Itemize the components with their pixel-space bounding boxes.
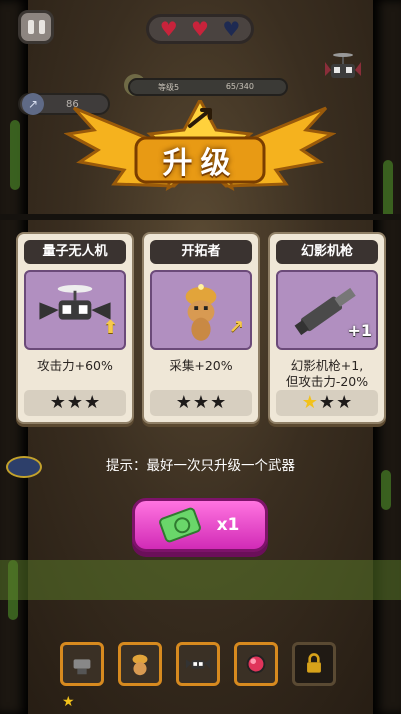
hint-text: 提示：最好一次只升级一个武器	[106, 458, 295, 474]
inventory-slot[interactable]	[176, 642, 220, 686]
upgrade-arrow-icon: ↗	[228, 317, 244, 338]
star-icon: ★	[336, 392, 353, 413]
xp-text: 65/340	[225, 82, 254, 91]
card-title: 幻影机枪	[276, 240, 378, 264]
inventory-slot[interactable]	[118, 642, 162, 686]
xp-bar: 等级5 65/340	[128, 78, 288, 96]
card-title: 量子无人机	[24, 240, 126, 264]
card-image: ↗	[150, 270, 252, 350]
level-label: 等级5	[158, 83, 180, 92]
slot-star-icon: ★	[62, 694, 75, 710]
health-hearts: ♥ ♥ ♥	[146, 14, 254, 44]
reroll-count: x1	[216, 515, 240, 535]
reroll-button[interactable]: x1	[132, 498, 268, 552]
vine	[381, 470, 391, 510]
card-description-line: 但攻击力-20%	[285, 374, 369, 389]
attack-arrow-icon: ↗	[22, 93, 44, 115]
star-icon: ★	[49, 392, 66, 413]
star-icon: ★	[175, 392, 192, 413]
heart-icon: ♥	[159, 17, 178, 41]
card-image: ⬆	[24, 270, 126, 350]
card-title: 开拓者	[150, 240, 252, 264]
pioneer-icon	[132, 654, 148, 676]
star-icon: ★	[318, 392, 336, 413]
star-icon: ★	[66, 392, 84, 413]
weapon-inventory	[60, 642, 336, 686]
card-description-line: 幻影机枪+1,	[290, 358, 364, 373]
card-description: 幻影机枪+1, 但攻击力-20%	[274, 358, 380, 390]
level-up-title: 升级	[162, 146, 239, 181]
inventory-slot[interactable]	[234, 642, 278, 686]
drone-enemy-icon	[325, 53, 361, 78]
star-rating: ★ ★ ★	[150, 390, 252, 416]
inventory-slot[interactable]	[60, 642, 104, 686]
card-description: 攻击力+60%	[37, 358, 113, 373]
star-icon: ★	[84, 392, 101, 413]
upgrade-card-pioneer[interactable]: 开拓者 ↗ 采集+20% ★ ★ ★	[142, 232, 260, 424]
plus-one-badge: +1	[347, 321, 372, 340]
upgrade-card-quantum-drone[interactable]: 量子无人机 ⬆ 攻击力+60% ★ ★ ★	[16, 232, 134, 424]
upgrade-arrow-icon: ⬆	[102, 317, 118, 338]
inventory-slot-locked[interactable]	[292, 642, 336, 686]
card-image: +1	[276, 270, 378, 350]
star-filled-icon: ★	[301, 392, 318, 413]
game-screen: ♥ ♥ ♥ ★ 等级5 65/340 ↗ 86 升级 量子无人机	[0, 0, 401, 714]
upgrade-card-phantom-gun[interactable]: 幻影机枪 +1 幻影机枪+1, 但攻击力-20% ★ ★ ★	[268, 232, 386, 424]
star-rating: ★ ★ ★	[276, 390, 378, 416]
machine-gun-icon	[73, 659, 91, 675]
grass-floor	[0, 560, 401, 600]
heart-icon: ♥	[191, 17, 209, 41]
star-rating: ★ ★ ★	[24, 390, 126, 416]
card-description: 采集+20%	[169, 358, 233, 373]
ticket-icon	[157, 506, 202, 544]
ceiling-beam	[0, 214, 401, 220]
star-icon: ★	[192, 392, 210, 413]
star-icon: ★	[210, 392, 227, 413]
lock-icon	[307, 653, 321, 673]
drone-icon	[185, 659, 211, 669]
red-orb-icon	[246, 654, 266, 674]
heart-empty-icon: ♥	[222, 17, 241, 41]
pause-button[interactable]	[18, 10, 54, 44]
